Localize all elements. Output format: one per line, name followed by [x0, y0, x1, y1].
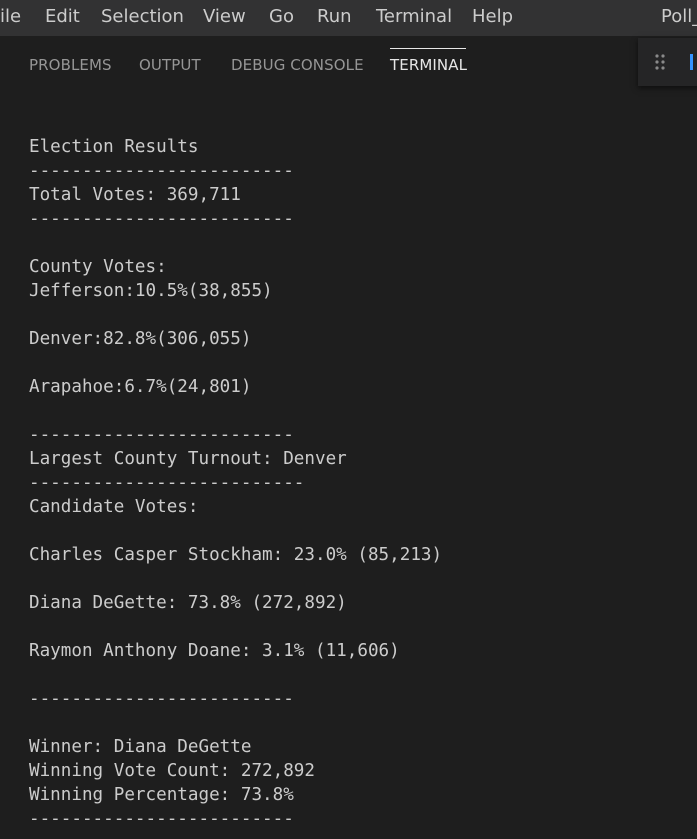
panel-header: PROBLEMS OUTPUT DEBUG CONSOLE TERMINAL — [0, 36, 697, 92]
terminal-output[interactable]: Election Results -----------------------… — [0, 92, 697, 839]
drag-grip-icon[interactable] — [654, 52, 666, 72]
menu-terminal[interactable]: Terminal — [376, 0, 452, 36]
menu-go[interactable]: Go — [269, 0, 294, 36]
menu-help[interactable]: Help — [472, 0, 513, 36]
tab-problems[interactable]: PROBLEMS — [29, 56, 112, 74]
terminal-line: -------------------------- — [29, 473, 305, 493]
terminal-line: County Votes: — [29, 257, 167, 277]
tab-terminal[interactable]: TERMINAL — [390, 56, 467, 74]
terminal-line: Total Votes: 369,711 — [29, 185, 241, 205]
menu-edit[interactable]: Edit — [45, 0, 80, 36]
terminal-line: Arapahoe:6.7%(24,801) — [29, 377, 252, 397]
terminal-line: Denver:82.8%(306,055) — [29, 329, 252, 349]
continue-icon[interactable] — [690, 54, 693, 70]
menu-run[interactable]: Run — [317, 0, 352, 36]
terminal-line: Winner: Diana DeGette — [29, 737, 252, 757]
terminal-line: ------------------------- — [29, 809, 294, 829]
terminal-line: Winning Vote Count: 272,892 — [29, 761, 315, 781]
terminal-line: Raymon Anthony Doane: 3.1% (11,606) — [29, 641, 400, 661]
terminal-line: ------------------------- — [29, 689, 294, 709]
terminal-line: Jefferson:10.5%(38,855) — [29, 281, 273, 301]
tab-output[interactable]: OUTPUT — [139, 56, 201, 74]
terminal-line: Largest County Turnout: Denver — [29, 449, 347, 469]
active-tab-indicator — [390, 48, 466, 49]
menu-selection[interactable]: Selection — [101, 0, 184, 36]
tab-debug-console[interactable]: DEBUG CONSOLE — [231, 56, 364, 74]
terminal-line: Winning Percentage: 73.8% — [29, 785, 294, 805]
terminal-line: Diana DeGette: 73.8% (272,892) — [29, 593, 347, 613]
terminal-line: Candidate Votes: — [29, 497, 199, 517]
floating-toolbar — [638, 38, 697, 86]
menu-file[interactable]: ile — [0, 0, 21, 36]
terminal-line: ------------------------- — [29, 425, 294, 445]
terminal-line: Election Results — [29, 137, 199, 157]
terminal-line: ------------------------- — [29, 209, 294, 229]
terminal-line: Charles Casper Stockham: 23.0% (85,213) — [29, 545, 443, 565]
window-title: Poll_ — [661, 6, 697, 27]
menu-view[interactable]: View — [203, 0, 246, 36]
terminal-line: ------------------------- — [29, 161, 294, 181]
menu-bar: ile Edit Selection View Go Run Terminal … — [0, 0, 697, 36]
